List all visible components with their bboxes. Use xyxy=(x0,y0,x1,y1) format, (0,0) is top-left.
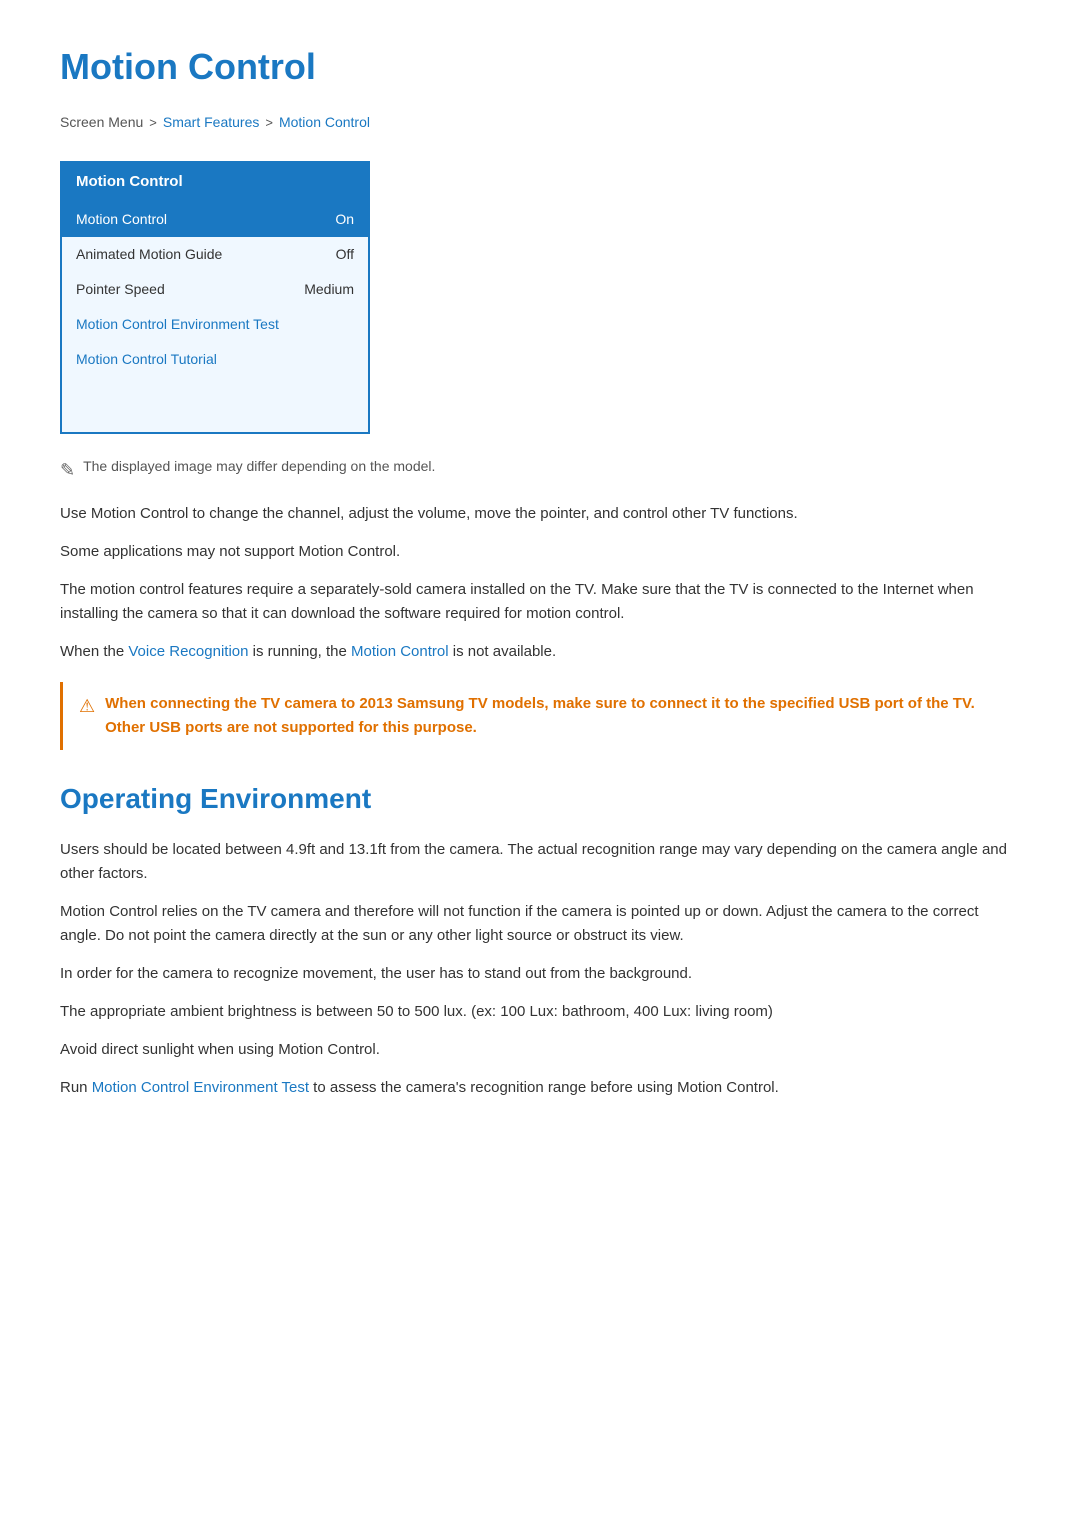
menu-item-animated-motion-guide[interactable]: Animated Motion Guide Off xyxy=(62,237,368,272)
menu-item-motion-control-label: Motion Control xyxy=(76,209,167,230)
operating-environment-title: Operating Environment xyxy=(60,778,1020,820)
op-env-paragraph-2: Motion Control relies on the TV camera a… xyxy=(60,900,1020,948)
op-env-paragraph-4: The appropriate ambient brightness is be… xyxy=(60,1000,1020,1024)
breadcrumb-smart-features[interactable]: Smart Features xyxy=(163,112,259,133)
voice-recognition-before: When the xyxy=(60,643,128,660)
menu-item-pointer-speed-label: Pointer Speed xyxy=(76,279,165,300)
menu-item-animated-guide-label: Animated Motion Guide xyxy=(76,244,222,265)
menu-item-tutorial[interactable]: Motion Control Tutorial xyxy=(62,342,368,377)
warning-icon: ⚠ xyxy=(79,693,95,720)
note-row: ✎ The displayed image may differ dependi… xyxy=(60,456,1020,484)
menu-item-motion-control-value: On xyxy=(335,209,354,230)
breadcrumb-sep-1: > xyxy=(149,113,157,133)
voice-recognition-after: is not available. xyxy=(449,643,557,660)
breadcrumb-sep-2: > xyxy=(265,113,273,133)
page-title: Motion Control xyxy=(60,40,1020,94)
op-env-last-paragraph: Run Motion Control Environment Test to a… xyxy=(60,1076,1020,1100)
body-paragraph-3: The motion control features require a se… xyxy=(60,578,1020,626)
motion-control-link[interactable]: Motion Control xyxy=(351,643,449,660)
op-env-last-before: Run xyxy=(60,1079,92,1096)
body-paragraph-1: Use Motion Control to change the channel… xyxy=(60,502,1020,526)
menu-item-environment-test[interactable]: Motion Control Environment Test xyxy=(62,307,368,342)
warning-box: ⚠ When connecting the TV camera to 2013 … xyxy=(60,682,1020,750)
breadcrumb-screen-menu: Screen Menu xyxy=(60,112,143,133)
op-env-paragraph-5: Avoid direct sunlight when using Motion … xyxy=(60,1038,1020,1062)
menu-title: Motion Control xyxy=(62,163,368,202)
op-env-last-after: to assess the camera's recognition range… xyxy=(309,1079,779,1096)
menu-item-environment-test-label: Motion Control Environment Test xyxy=(76,314,279,335)
environment-test-link[interactable]: Motion Control Environment Test xyxy=(92,1079,309,1096)
warning-text: When connecting the TV camera to 2013 Sa… xyxy=(105,692,1004,740)
menu-box: Motion Control Motion Control On Animate… xyxy=(60,161,370,434)
breadcrumb: Screen Menu > Smart Features > Motion Co… xyxy=(60,112,1020,133)
voice-recognition-paragraph: When the Voice Recognition is running, t… xyxy=(60,640,1020,664)
op-env-paragraph-3: In order for the camera to recognize mov… xyxy=(60,962,1020,986)
menu-item-pointer-speed[interactable]: Pointer Speed Medium xyxy=(62,272,368,307)
voice-recognition-link[interactable]: Voice Recognition xyxy=(128,643,248,660)
menu-item-motion-control[interactable]: Motion Control On xyxy=(62,202,368,237)
voice-recognition-middle: is running, the xyxy=(248,643,351,660)
body-paragraph-2: Some applications may not support Motion… xyxy=(60,540,1020,564)
menu-item-pointer-speed-value: Medium xyxy=(304,279,354,300)
op-env-paragraph-1: Users should be located between 4.9ft an… xyxy=(60,838,1020,886)
menu-item-animated-guide-value: Off xyxy=(336,244,354,265)
breadcrumb-motion-control[interactable]: Motion Control xyxy=(279,112,370,133)
note-text: The displayed image may differ depending… xyxy=(83,456,435,477)
menu-item-tutorial-label: Motion Control Tutorial xyxy=(76,349,217,370)
pencil-icon: ✎ xyxy=(60,457,75,484)
